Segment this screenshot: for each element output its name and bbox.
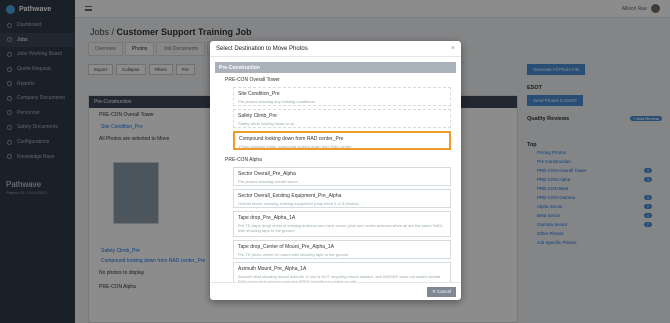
destination-description: Overall sector showing existing equipmen… [238,201,359,206]
cancel-label: Cancel [436,289,451,294]
destination-title: Tape drop_Center of Mount_Pre_Alpha_1A [238,244,334,250]
modal-body: Pre-Construction PRE-CON Overall Tower Si… [210,58,461,282]
destination-option[interactable]: Tape drop_Center of Mount_Pre_Alpha_1A Pr… [233,240,451,259]
destination-description: Azimuth field showing mount azimuth. If … [238,274,441,282]
destination-description: Pre TD (tape drop) shots of existing ant… [238,223,443,233]
destination-title: Azimuth Mount_Pre_Alpha_1A [238,266,307,272]
modal-header: Select Destination to Move Photos × [210,41,461,57]
destination-description: Pre TD photo center of mount with showin… [238,252,349,257]
destination-option[interactable]: Site Condition_Pre Pre photos showing any… [233,87,451,106]
destination-title: Sector Overall_Pre_Alpha [238,171,296,177]
destination-title: Site Condition_Pre [238,91,280,97]
destination-title: Sector Overall_Existing Equipment_Pre_Al… [238,193,342,199]
group-label: PRE-CON Overall Tower [225,77,280,83]
modal-title: Select Destination to Move Photos [216,45,308,52]
destination-option[interactable]: Azimuth Mount_Pre_Alpha_1A Azimuth field … [233,262,451,282]
destination-description: Safety climb looking down or up [238,121,295,126]
move-photos-modal: Select Destination to Move Photos × Pre-… [210,41,461,300]
destination-description: Pre photos showing overall sector [238,179,299,184]
destination-title: Compound looking down from RAD center_Pr… [239,136,344,142]
section-pre-construction: Pre-Construction [215,62,456,73]
destination-option[interactable]: Sector Overall_Existing Equipment_Pre_Al… [233,189,451,208]
group-label: PRE-CON Alpha [225,157,262,163]
close-icon[interactable]: × [451,45,455,52]
destination-option[interactable]: Safety Climb_Pre Safety climb looking dow… [233,109,451,128]
destination-list: PRE-CON Overall Tower Site Condition_Pre P… [215,73,456,282]
destination-title: Safety Climb_Pre [238,113,277,119]
destination-title: Tape drop_Pre_Alpha_1A [238,215,296,221]
destination-option[interactable]: Compound looking down from RAD center_Pr… [233,131,451,150]
destination-description: Photo showing entire compound looking do… [239,144,352,149]
cancel-button[interactable]: ✕ Cancel [426,287,456,297]
destination-option[interactable]: Sector Overall_Pre_Alpha Pre photos showi… [233,167,451,186]
destination-option[interactable]: Tape drop_Pre_Alpha_1A Pre TD (tape drop)… [233,211,451,237]
modal-footer: ✕ Cancel [210,282,461,300]
destination-description: Pre photos showing any existing conditio… [238,99,316,104]
